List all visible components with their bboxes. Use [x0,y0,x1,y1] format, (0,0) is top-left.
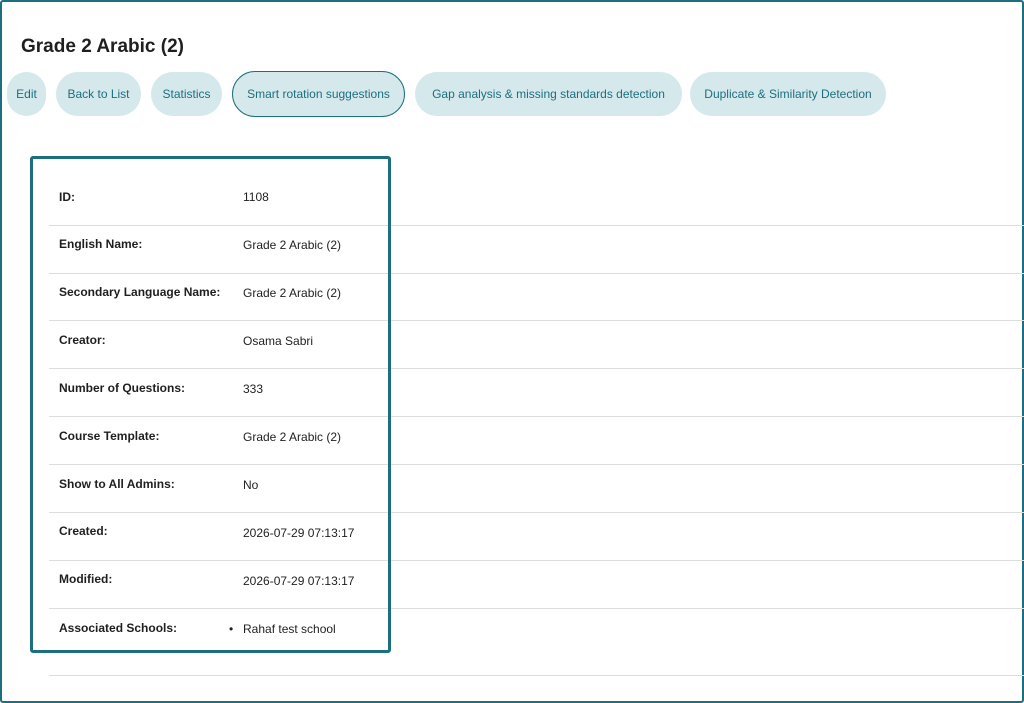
statistics-button[interactable]: Statistics [151,72,222,116]
duplicate-similarity-detection-button[interactable]: Duplicate & Similarity Detection [690,72,886,116]
row-divider [49,675,1024,676]
edit-button[interactable]: Edit [7,72,46,116]
gap-analysis-button[interactable]: Gap analysis & missing standards detecti… [415,72,682,116]
smart-rotation-suggestions-button[interactable]: Smart rotation suggestions [232,71,405,117]
highlight-box [30,156,391,653]
page-title: Grade 2 Arabic (2) [21,36,184,57]
back-to-list-button[interactable]: Back to List [56,72,141,116]
